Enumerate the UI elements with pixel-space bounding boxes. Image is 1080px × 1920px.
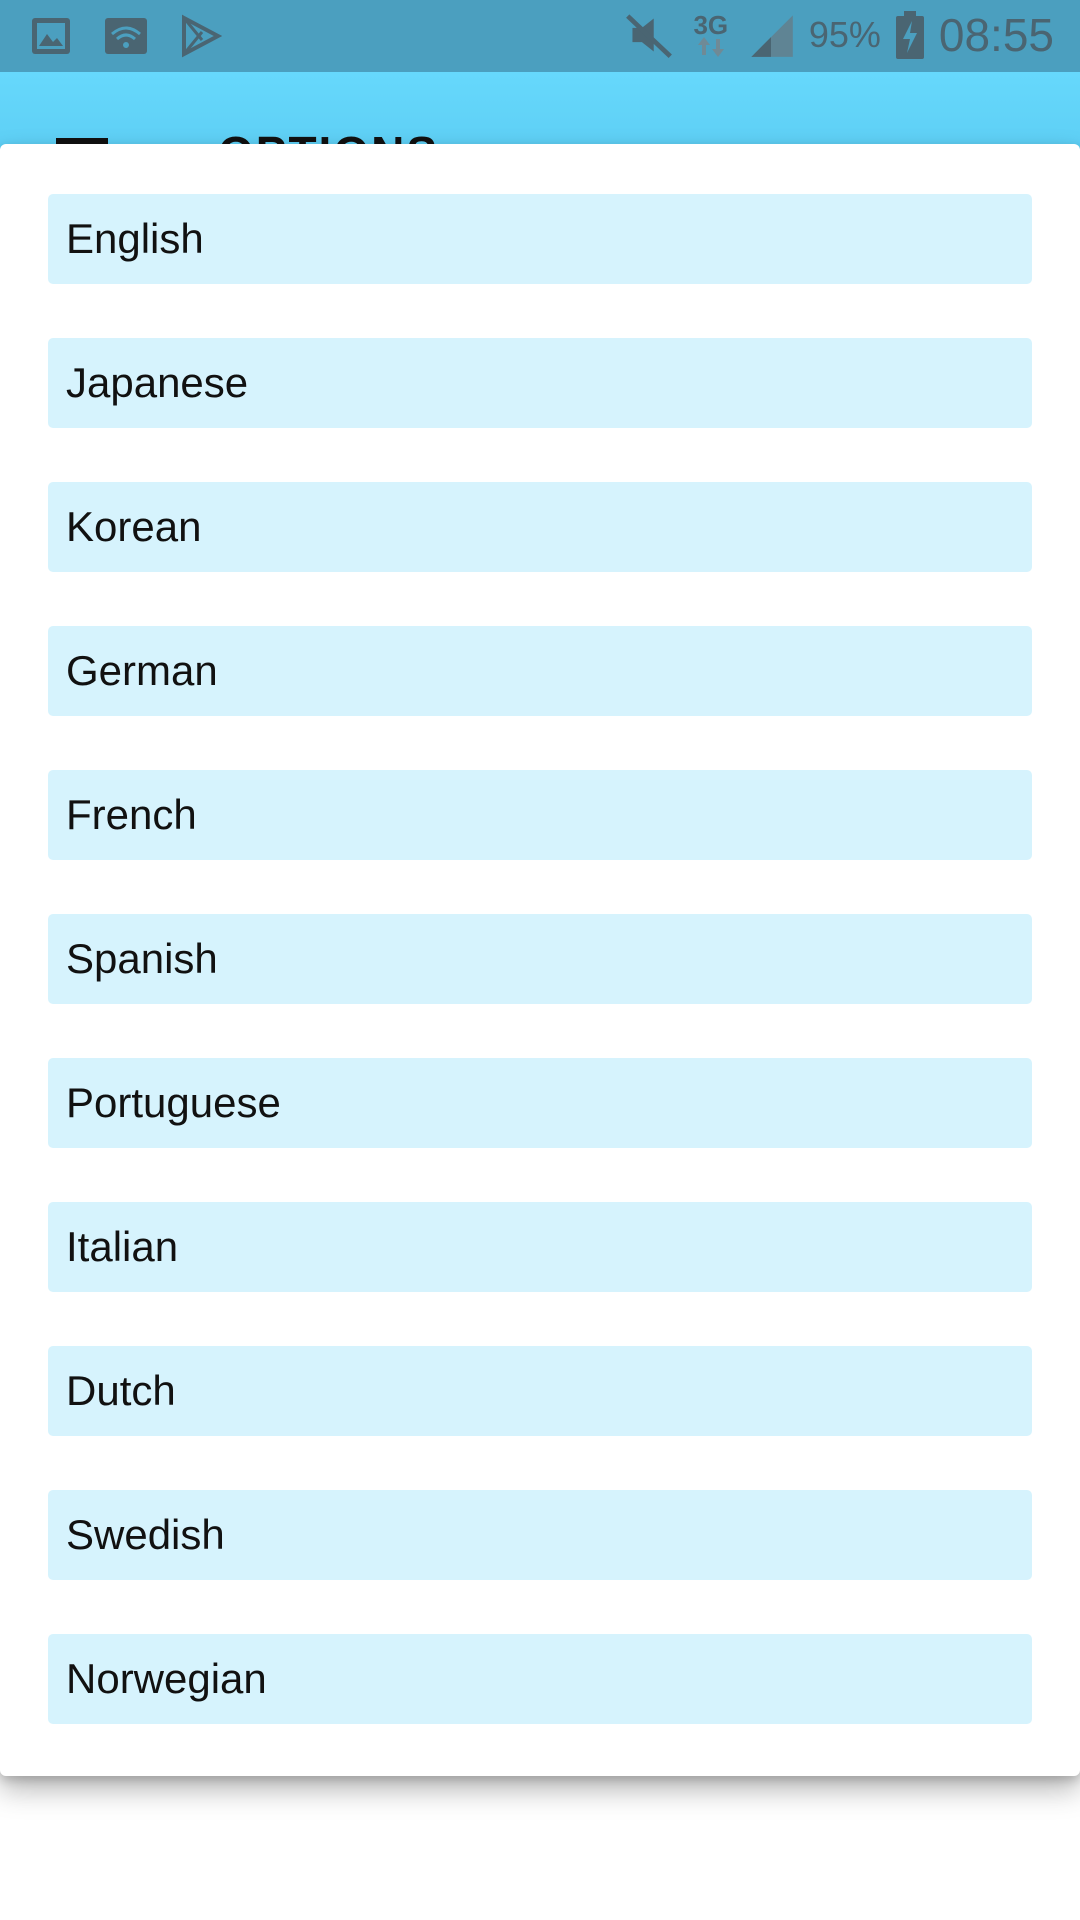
language-option-dutch[interactable]: Dutch	[48, 1346, 1032, 1436]
play-store-icon	[182, 14, 222, 58]
language-option-german[interactable]: German	[48, 626, 1032, 716]
network-type-label: 3G	[693, 10, 729, 40]
language-option-italian[interactable]: Italian	[48, 1202, 1032, 1292]
language-option-swedish[interactable]: Swedish	[48, 1490, 1032, 1580]
language-dialog: English Japanese Korean German French Sp…	[0, 144, 1080, 1776]
language-option-portuguese[interactable]: Portuguese	[48, 1058, 1032, 1148]
language-option-spanish[interactable]: Spanish	[48, 914, 1032, 1004]
battery-charging-icon	[895, 11, 924, 59]
language-list: English Japanese Korean German French Sp…	[48, 194, 1032, 1778]
status-left-icons	[30, 14, 222, 58]
network-3g-icon: 3G	[689, 10, 733, 57]
status-clock: 08:55	[938, 9, 1054, 61]
wifi-icon	[105, 18, 147, 54]
status-bar: 3G 95% 08:55	[0, 0, 1080, 72]
language-option-english[interactable]: English	[48, 194, 1032, 284]
image-icon	[32, 18, 70, 54]
language-option-french[interactable]: French	[48, 770, 1032, 860]
language-option-japanese[interactable]: Japanese	[48, 338, 1032, 428]
language-option-norwegian[interactable]: Norwegian	[48, 1634, 1032, 1724]
data-arrows-icon	[697, 37, 724, 57]
signal-icon	[751, 15, 793, 57]
mute-icon	[625, 14, 672, 58]
battery-percentage: 95%	[808, 14, 881, 55]
status-right-icons: 3G 95% 08:55	[623, 8, 1054, 62]
language-option-korean[interactable]: Korean	[48, 482, 1032, 572]
